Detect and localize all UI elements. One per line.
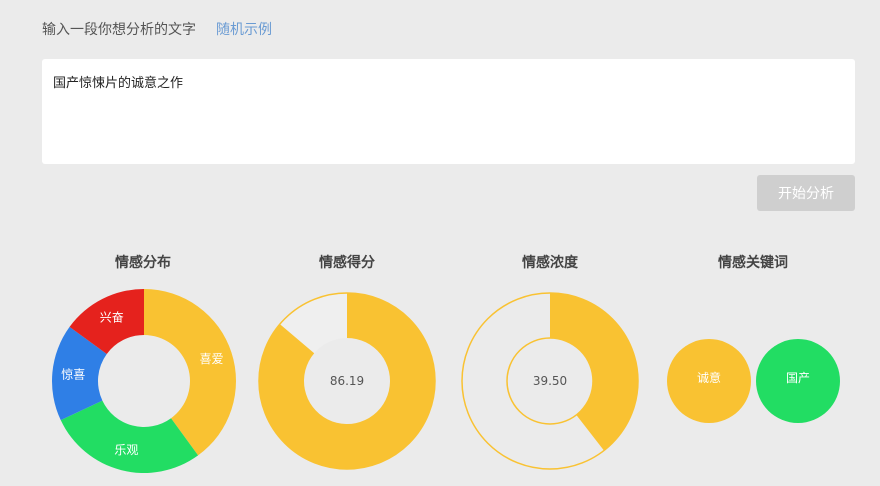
- distribution-label-0: 喜爱: [200, 352, 224, 366]
- sentiment-analysis-page: 输入一段你想分析的文字 随机示例 开始分析 情感分布 情感得分 情感浓度 情感关…: [0, 0, 880, 486]
- keyword-label-1: 国产: [786, 371, 810, 385]
- score-value-label: 86.19: [330, 374, 364, 388]
- emotion-distribution-chart: 喜爱乐观 惊喜 兴奋 86.19 39.50 诚意 国产: [52, 289, 840, 473]
- distribution-label-2: 惊喜: [61, 366, 85, 381]
- keyword-label-0: 诚意: [697, 370, 721, 385]
- intensity-value-label: 39.50: [533, 374, 567, 388]
- intensity-arc: [550, 293, 638, 451]
- distribution-label-1: 乐观: [114, 443, 138, 457]
- distribution-slice-1: [60, 400, 199, 473]
- distribution-label-3: 兴奋: [100, 311, 124, 325]
